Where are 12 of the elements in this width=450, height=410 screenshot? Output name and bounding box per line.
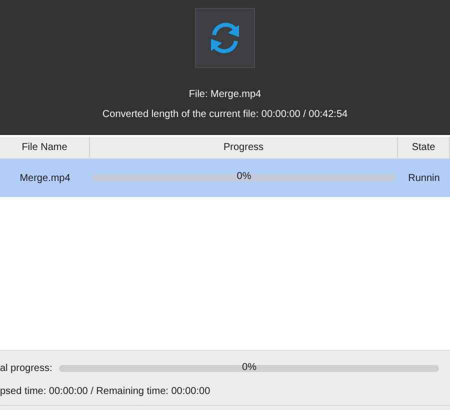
- file-name-cell: Merge.mp4: [20, 172, 70, 184]
- file-label: File: Merge.mp4: [188, 88, 262, 102]
- progress-bar: 0%: [93, 174, 395, 182]
- total-progress-label: al progress:: [0, 362, 52, 376]
- column-header[interactable]: Progress: [223, 140, 264, 155]
- column-header[interactable]: State: [412, 140, 436, 155]
- time-label: psed time: 00:00:00 / Remaining time: 00:00:00: [0, 385, 212, 399]
- converted-length-label: Converted length of the current file: 00:00:00 / 00:42:54: [102, 108, 348, 122]
- column-header[interactable]: File Name: [22, 140, 68, 155]
- table-row[interactable]: Merge.mp4 0% Runnin: [0, 159, 450, 197]
- state-cell: Runnin: [408, 172, 440, 184]
- total-progress-bar: 0%: [59, 365, 440, 372]
